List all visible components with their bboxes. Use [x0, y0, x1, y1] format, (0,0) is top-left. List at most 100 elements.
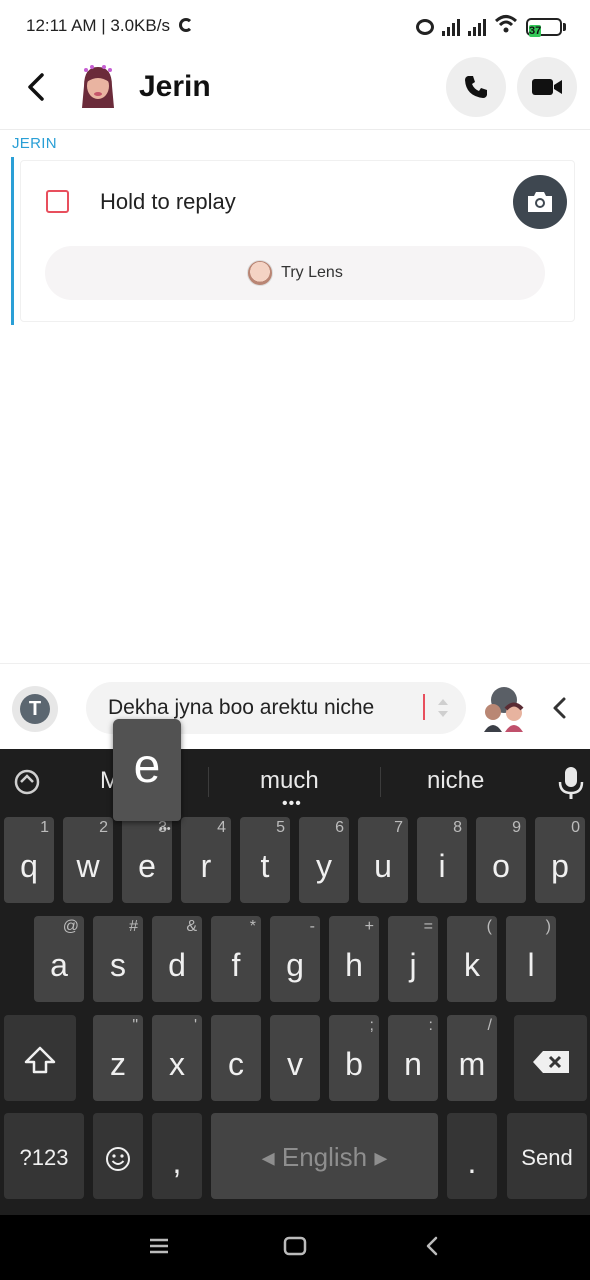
- suggestion-divider: [208, 767, 209, 797]
- key-hint: 8: [453, 819, 462, 836]
- key-label: w: [76, 848, 100, 884]
- key-label: j: [409, 947, 417, 983]
- send-key[interactable]: Send: [507, 1113, 587, 1199]
- key-k[interactable]: (k: [447, 916, 497, 1002]
- key-u[interactable]: 7u: [358, 817, 408, 903]
- emoji-key[interactable]: [93, 1113, 143, 1199]
- key-label: x: [169, 1046, 185, 1082]
- back-button[interactable]: [20, 70, 54, 104]
- key-hint: =: [423, 918, 433, 935]
- key-label: f: [231, 947, 241, 983]
- key-f[interactable]: * f: [211, 916, 261, 1002]
- key-label: z: [110, 1046, 126, 1082]
- key-label: m: [458, 1046, 486, 1082]
- key-m[interactable]: / m: [447, 1015, 497, 1101]
- key-w[interactable]: 2w: [63, 817, 113, 903]
- chevron-left-icon: [553, 697, 566, 719]
- text-tool-button[interactable]: T: [12, 686, 58, 732]
- key-l[interactable]: ) l: [506, 916, 556, 1002]
- key-label: h: [345, 947, 363, 983]
- key-label: o: [492, 848, 510, 884]
- key-label: e: [138, 848, 156, 884]
- key-o[interactable]: 9o: [476, 817, 526, 903]
- snap-message[interactable]: Hold to replay Try Lens: [20, 160, 575, 322]
- battery-icon: 37: [526, 17, 566, 37]
- key-a[interactable]: @ a: [34, 916, 84, 1002]
- key-label: c: [228, 1046, 244, 1082]
- composer-bar: T Dekha jyna boo arektu niche: [0, 663, 590, 749]
- key-label: p: [551, 848, 569, 884]
- key-v[interactable]: v: [270, 1015, 320, 1101]
- comma-key[interactable]: ,: [152, 1113, 202, 1199]
- navigation-bar: [0, 1215, 590, 1280]
- backspace-key[interactable]: [514, 1015, 587, 1101]
- key-label: a: [50, 947, 68, 983]
- video-call-button[interactable]: [517, 57, 577, 117]
- suggestion-2[interactable]: much: [260, 767, 319, 795]
- period-key[interactable]: .: [447, 1113, 497, 1199]
- video-camera-icon: [532, 79, 562, 95]
- sender-label: JERIN: [12, 135, 57, 152]
- key-label: u: [374, 848, 392, 884]
- key-j[interactable]: = j: [388, 916, 438, 1002]
- space-key[interactable]: ◂ English ▸: [211, 1113, 438, 1199]
- key-x[interactable]: ' x: [152, 1015, 202, 1101]
- phone-icon: [465, 76, 487, 98]
- key-hint: *: [249, 918, 256, 935]
- shift-arrow-icon: [24, 1046, 56, 1074]
- key-hint: &: [186, 918, 197, 935]
- wifi-icon: [494, 14, 518, 39]
- camera-icon: [528, 192, 552, 212]
- backspace-icon: [532, 1051, 569, 1073]
- key-label: r: [200, 848, 212, 884]
- scroll-arrows-icon: [438, 699, 448, 717]
- key-hint: 1: [40, 819, 49, 836]
- text-caret: [423, 694, 425, 720]
- key-c[interactable]: c: [211, 1015, 261, 1101]
- suggestion-3[interactable]: niche: [427, 767, 484, 795]
- key-i[interactable]: 8i: [417, 817, 467, 903]
- microphone-icon[interactable]: [556, 765, 586, 801]
- key-hint: #: [129, 918, 138, 935]
- key-hint: 5: [276, 819, 285, 836]
- key-y[interactable]: 6y: [299, 817, 349, 903]
- try-lens-button[interactable]: Try Lens: [45, 246, 545, 300]
- key-n[interactable]: :n: [388, 1015, 438, 1101]
- sync-icon: [178, 18, 193, 32]
- reply-camera-button[interactable]: [513, 175, 567, 229]
- avatar[interactable]: [76, 64, 120, 112]
- key-b[interactable]: ; b: [329, 1015, 379, 1101]
- key-p[interactable]: 0p: [535, 817, 585, 903]
- key-z[interactable]: " z: [93, 1015, 143, 1101]
- key-q[interactable]: 1q: [4, 817, 54, 903]
- signal-1-icon: [442, 18, 460, 36]
- expand-button[interactable]: [548, 694, 572, 722]
- snap-status-text: Hold to replay: [100, 189, 236, 214]
- key-popup: e •••: [113, 719, 181, 835]
- key-hint: (: [486, 918, 492, 935]
- home-icon[interactable]: [283, 1235, 307, 1257]
- bitmoji-button[interactable]: [478, 682, 530, 734]
- shift-key[interactable]: [4, 1015, 76, 1101]
- call-button[interactable]: [446, 57, 506, 117]
- key-t[interactable]: 5t: [240, 817, 290, 903]
- key-s[interactable]: # s: [93, 916, 143, 1002]
- status-bar: 12:11 AM | 3.0KB/s 37: [0, 0, 590, 52]
- chevron-left-icon: [28, 73, 44, 101]
- key-hint: -: [309, 918, 315, 935]
- key-hint: 7: [394, 819, 403, 836]
- clipboard-sync-icon[interactable]: [10, 765, 44, 799]
- menu-icon[interactable]: [148, 1235, 170, 1257]
- key-label: q: [20, 848, 38, 884]
- key-r[interactable]: 4r: [181, 817, 231, 903]
- key-d[interactable]: & d: [152, 916, 202, 1002]
- symbols-key[interactable]: ?123: [4, 1113, 84, 1199]
- back-nav-icon[interactable]: [422, 1235, 442, 1257]
- suggestion-divider: [380, 767, 381, 797]
- emoji-smile-icon: [106, 1147, 130, 1171]
- key-g[interactable]: -g: [270, 916, 320, 1002]
- key-h[interactable]: + h: [329, 916, 379, 1002]
- key-label: n: [404, 1046, 422, 1082]
- contact-name[interactable]: Jerin: [139, 70, 211, 104]
- battery-level: 37: [529, 24, 542, 37]
